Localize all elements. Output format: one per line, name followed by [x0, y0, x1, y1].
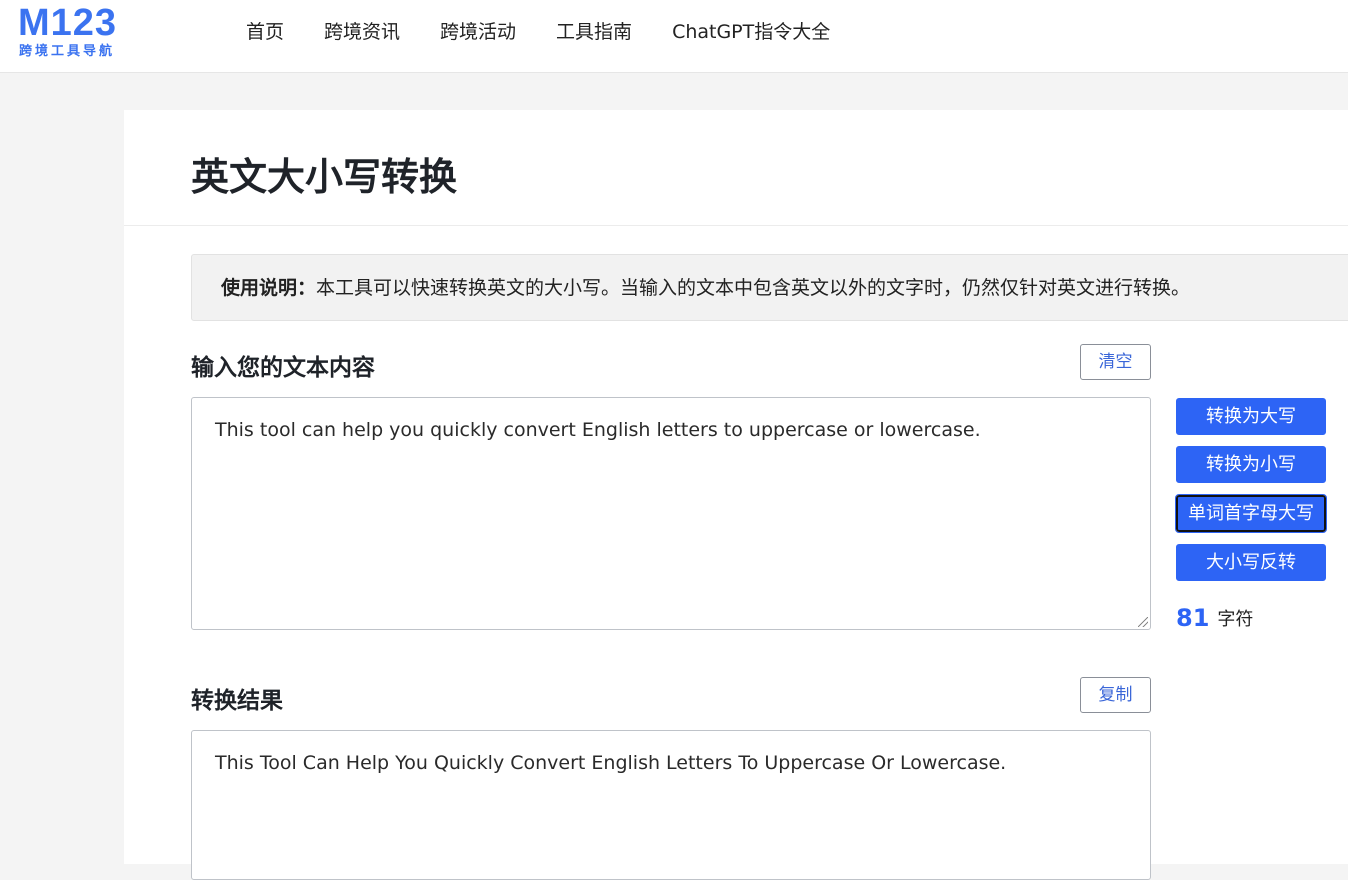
clear-button[interactable]: 清空	[1080, 344, 1151, 380]
nav-item-events[interactable]: 跨境活动	[440, 0, 516, 64]
page-title: 英文大小写转换	[191, 155, 458, 199]
to-uppercase-button[interactable]: 转换为大写	[1176, 398, 1326, 435]
usage-notice-text: 本工具可以快速转换英文的大小写。当输入的文本中包含英文以外的文字时，仍然仅针对英…	[316, 277, 1191, 299]
title-case-button[interactable]: 单词首字母大写	[1175, 494, 1327, 533]
nav-item-chatgpt-prompts[interactable]: ChatGPT指令大全	[672, 0, 830, 64]
invert-case-button[interactable]: 大小写反转	[1176, 544, 1326, 581]
nav-item-tool-guide[interactable]: 工具指南	[556, 0, 632, 64]
tool-card: 英文大小写转换 使用说明：本工具可以快速转换英文的大小写。当输入的文本中包含英文…	[124, 110, 1348, 880]
to-lowercase-button[interactable]: 转换为小写	[1176, 446, 1326, 483]
main-nav: 首页 跨境资讯 跨境活动 工具指南 ChatGPT指令大全	[246, 0, 870, 64]
copy-button[interactable]: 复制	[1080, 677, 1151, 713]
site-logo[interactable]: M123 跨境工具导航	[18, 2, 128, 59]
output-section-label: 转换结果	[191, 688, 283, 714]
character-count: 81	[1176, 604, 1210, 632]
logo-subtitle: 跨境工具导航	[19, 44, 116, 59]
nav-item-news[interactable]: 跨境资讯	[324, 0, 400, 64]
output-textarea[interactable]: This Tool Can Help You Quickly Convert E…	[191, 730, 1151, 880]
character-counter: 81 字符	[1176, 604, 1253, 632]
character-count-unit: 字符	[1217, 609, 1254, 630]
input-text: This tool can help you quickly convert E…	[215, 419, 981, 441]
input-section-label: 输入您的文本内容	[191, 355, 375, 381]
nav-item-home[interactable]: 首页	[246, 0, 284, 64]
title-area: 英文大小写转换	[124, 110, 1348, 226]
resize-grip-icon[interactable]	[1138, 617, 1148, 627]
output-text: This Tool Can Help You Quickly Convert E…	[215, 752, 1007, 774]
usage-notice-label: 使用说明：	[221, 277, 317, 299]
logo-mark: M123	[18, 2, 118, 44]
top-navbar: M123 跨境工具导航 首页 跨境资讯 跨境活动 工具指南 ChatGPT指令大…	[0, 0, 1348, 73]
input-textarea[interactable]: This tool can help you quickly convert E…	[191, 397, 1151, 630]
usage-notice: 使用说明：本工具可以快速转换英文的大小写。当输入的文本中包含英文以外的文字时，仍…	[191, 254, 1348, 321]
